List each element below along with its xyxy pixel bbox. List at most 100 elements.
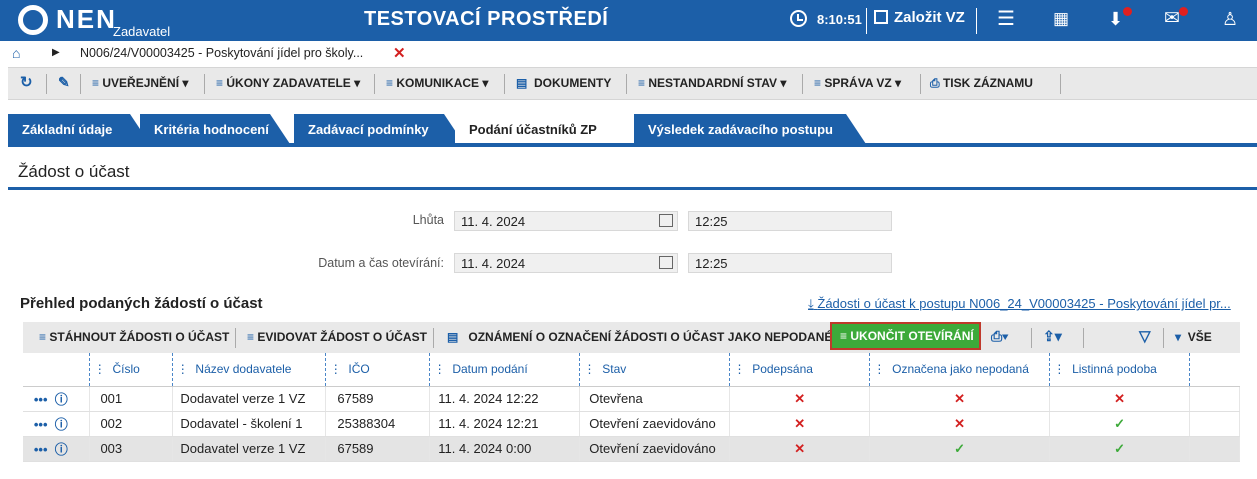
cell-ico: 67589 xyxy=(325,436,431,462)
export-dropdown-icon[interactable]: ⇪▾ xyxy=(1043,328,1062,345)
cell-stav: Otevření zaevidováno xyxy=(579,411,731,437)
edit-icon xyxy=(874,10,888,24)
menu-dokumenty[interactable]: ▤ DOKUMENTY xyxy=(516,76,611,90)
otevirani-label: Datum a čas otevírání: xyxy=(318,256,444,270)
calendar-icon[interactable] xyxy=(659,256,673,269)
notification-dot xyxy=(1179,7,1188,16)
mail-icon[interactable]: ✉ xyxy=(1164,9,1180,29)
divider xyxy=(433,328,434,348)
tab-zadavaci-podminky[interactable]: Zadávací podmínky xyxy=(294,114,464,144)
requests-link[interactable]: ⤓ Žádosti o účast k postupu N006_24_V000… xyxy=(808,296,1231,312)
column-ico-label: IČO xyxy=(348,362,370,377)
tab-zakladni-udaje[interactable]: Základní údaje xyxy=(8,114,150,144)
register-request-label: EVIDOVAT ŽÁDOST O ÚČAST xyxy=(257,330,427,344)
list-icon: ≡ xyxy=(92,76,100,90)
otevirani-date-value: 11. 4. 2024 xyxy=(461,256,526,271)
menu-nestandardni-stav[interactable]: ≡ NESTANDARDNÍ STAV ▾ xyxy=(638,76,786,90)
cell-podepsana: ✕ xyxy=(729,386,871,412)
info-icon[interactable]: ⓘ xyxy=(55,442,68,457)
cell-nazev: Dodavatel - školení 1 xyxy=(172,411,327,437)
info-icon[interactable]: ⓘ xyxy=(55,392,68,407)
more-icon[interactable]: ••• xyxy=(34,417,48,432)
menu-ukony-zadavatele[interactable]: ≡ ÚKONY ZADAVATELE ▾ xyxy=(216,76,360,90)
finish-opening-button[interactable]: ≡ UKONČIT OTEVÍRÁNÍ xyxy=(830,322,981,350)
requests-link-label: Žádosti o účast k postupu N006_24_V00003… xyxy=(817,296,1231,311)
lhuta-date-field[interactable]: 11. 4. 2024 xyxy=(454,211,678,231)
cell-spacer xyxy=(1189,436,1241,462)
print-dropdown-icon[interactable]: ⎙▾ xyxy=(991,328,1008,345)
cell-nazev: Dodavatel verze 1 VZ xyxy=(172,386,327,412)
column-nazev[interactable]: ⋮ Název dodavatele xyxy=(172,353,327,387)
calendar-icon[interactable] xyxy=(659,214,673,227)
divider xyxy=(80,74,81,94)
filter-icon[interactable]: ▽ xyxy=(1139,327,1151,345)
download-icon: ⤓ xyxy=(808,296,814,311)
create-vz-button[interactable]: Založit VZ xyxy=(874,9,965,26)
notice-unsubmitted-label: OZNÁMENÍ O OZNAČENÍ ŽÁDOSTI O ÚČAST JAKO… xyxy=(468,330,833,344)
section-underline xyxy=(8,187,1257,190)
inbox-icon[interactable]: ⬇ xyxy=(1108,9,1123,29)
menu-komunikace-label: KOMUNIKACE xyxy=(396,76,480,90)
tab-kriteria-hodnoceni[interactable]: Kritéria hodnocení xyxy=(140,114,290,144)
section-title: Žádost o účast xyxy=(18,162,130,181)
cell-nepodana: ✕ xyxy=(869,386,1051,412)
breadcrumb-item[interactable]: N006/24/V00003425 - Poskytování jídel pr… xyxy=(80,46,363,60)
document-icon: ▤ xyxy=(447,330,459,344)
table-row[interactable]: ••• ⓘ 003 Dodavatel verze 1 VZ 67589 11.… xyxy=(23,436,1241,462)
column-actions xyxy=(23,353,91,387)
column-nepodana[interactable]: ⋮ Označena jako nepodaná xyxy=(869,353,1051,387)
print-icon: ⎙ xyxy=(930,76,940,90)
lhuta-time-field[interactable]: 12:25 xyxy=(688,211,892,231)
otevirani-time-field[interactable]: 12:25 xyxy=(688,253,892,273)
pencil-icon[interactable]: ✎ xyxy=(58,74,70,91)
calendar-icon[interactable]: ▦ xyxy=(1053,9,1069,29)
cell-stav: Otevření zaevidováno xyxy=(579,436,731,462)
otevirani-date-field[interactable]: 11. 4. 2024 xyxy=(454,253,678,273)
menu-sprava-vz[interactable]: ≡ SPRÁVA VZ ▾ xyxy=(814,76,901,90)
register-request-button[interactable]: ≡ EVIDOVAT ŽÁDOST O ÚČAST xyxy=(247,330,427,344)
column-podepsana[interactable]: ⋮ Podepsána xyxy=(729,353,871,387)
cell-podepsana: ✕ xyxy=(729,411,871,437)
cell-nepodana: ✓ xyxy=(869,436,1051,462)
table-row[interactable]: ••• ⓘ 002 Dodavatel - školení 1 25388304… xyxy=(23,411,1241,437)
menu-uverejneni-label: UVEŘEJNĚNÍ xyxy=(102,76,180,90)
table-header-row: ⋮ Číslo ⋮ Název dodavatele ⋮ IČO ⋮ Datum… xyxy=(23,353,1240,387)
menu-komunikace[interactable]: ≡ KOMUNIKACE ▾ xyxy=(386,76,488,90)
close-icon[interactable]: ✕ xyxy=(393,44,406,62)
more-icon[interactable]: ••• xyxy=(34,392,48,407)
notification-dot xyxy=(1123,7,1132,16)
info-icon[interactable]: ⓘ xyxy=(55,417,68,432)
menu-uverejneni[interactable]: ≡ UVEŘEJNĚNÍ ▾ xyxy=(92,76,188,90)
list-icon: ≡ xyxy=(814,76,822,90)
column-ico[interactable]: ⋮ IČO xyxy=(325,353,431,387)
list-icon: ≡ xyxy=(39,330,47,344)
column-cislo[interactable]: ⋮ Číslo xyxy=(89,353,174,387)
cell-cislo: 003 xyxy=(89,436,174,462)
user-icon[interactable]: ♙ xyxy=(1222,9,1238,29)
tab-podani-ucastniku[interactable]: Podání účastníků ZP xyxy=(455,114,635,144)
tab-vysledek-zadavaciho-postupu[interactable]: Výsledek zadávacího postupu xyxy=(634,114,866,144)
breadcrumb: ⌂ ▶ N006/24/V00003425 - Poskytování jíde… xyxy=(0,41,1257,66)
download-requests-button[interactable]: ≡ STÁHNOUT ŽÁDOSTI O ÚČAST xyxy=(39,330,229,344)
refresh-icon[interactable]: ↻ xyxy=(20,73,33,91)
menu-tisk-zaznamu[interactable]: ⎙ TISK ZÁZNAMU xyxy=(930,76,1033,91)
list-icon: ≡ xyxy=(840,329,848,343)
divider xyxy=(976,8,977,34)
lhuta-label: Lhůta xyxy=(412,213,444,227)
column-datum[interactable]: ⋮ Datum podání xyxy=(429,353,581,387)
divider xyxy=(1031,328,1032,348)
show-all-dropdown[interactable]: ▾ VŠE xyxy=(1175,330,1212,344)
cell-cislo: 001 xyxy=(89,386,174,412)
cell-podepsana: ✕ xyxy=(729,436,871,462)
menu-sprava-label: SPRÁVA VZ xyxy=(824,76,892,90)
overview-title: Přehled podaných žádostí o účast xyxy=(20,295,263,312)
cell-nazev: Dodavatel verze 1 VZ xyxy=(172,436,327,462)
list-icon: ≡ xyxy=(216,76,224,90)
more-icon[interactable]: ••• xyxy=(34,442,48,457)
menu-icon[interactable]: ☰ xyxy=(997,9,1015,29)
table-row[interactable]: ••• ⓘ 001 Dodavatel verze 1 VZ 67589 11.… xyxy=(23,386,1241,412)
notice-unsubmitted-button[interactable]: ▤ OZNÁMENÍ O OZNAČENÍ ŽÁDOSTI O ÚČAST JA… xyxy=(447,330,832,344)
home-icon[interactable]: ⌂ xyxy=(12,45,20,61)
column-stav[interactable]: ⋮ Stav xyxy=(579,353,731,387)
column-listinna[interactable]: ⋮ Listinná podoba xyxy=(1049,353,1190,387)
